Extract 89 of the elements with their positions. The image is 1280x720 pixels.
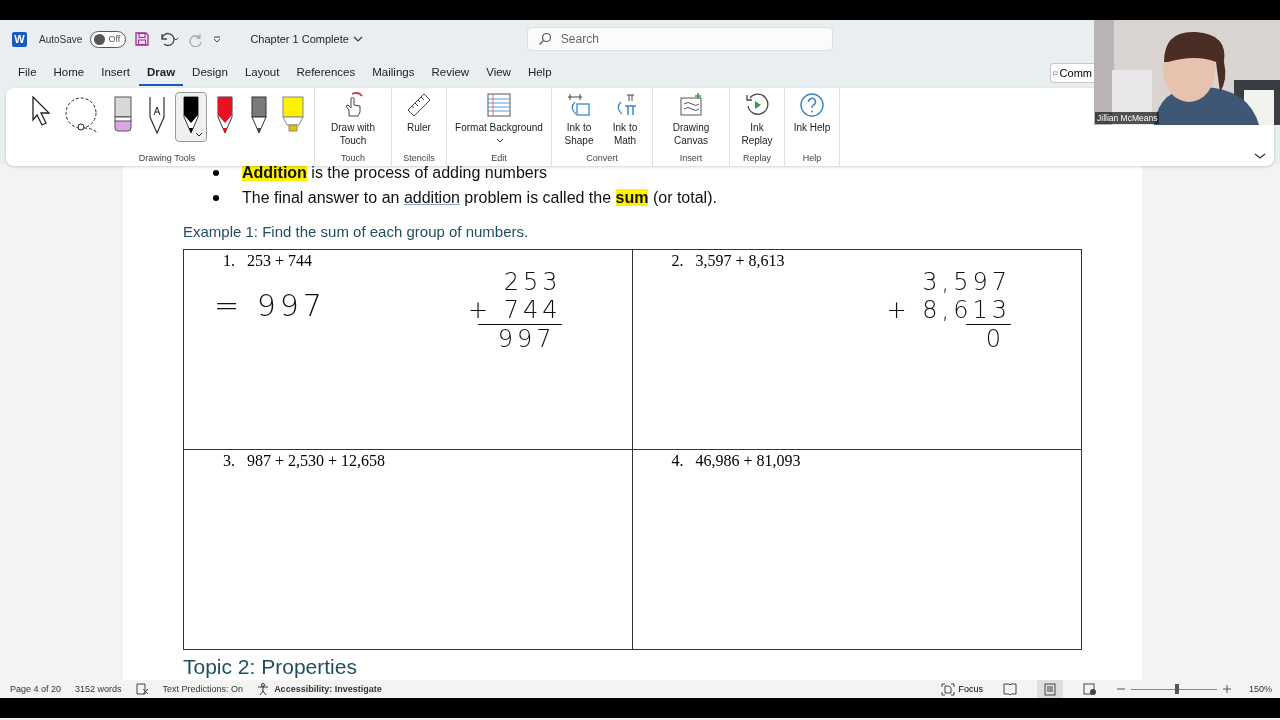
- page-count[interactable]: Page 4 of 20: [10, 684, 62, 694]
- word-count[interactable]: 3152 words: [75, 684, 122, 694]
- accessibility-status[interactable]: Accessibility: Investigate: [274, 684, 382, 694]
- math-expression: 987 + 2,530 + 12,658: [247, 452, 386, 470]
- handwritten-number: + 744: [467, 296, 562, 324]
- group-label: Drawing Tools: [138, 153, 196, 163]
- group-label: Convert: [586, 153, 618, 163]
- math-expression: 253 + 744: [247, 252, 313, 270]
- customize-caret-icon[interactable]: [212, 34, 223, 44]
- math-button[interactable]: Ink to Math: [603, 92, 647, 147]
- participant-name: Jillian McMeans: [1095, 112, 1160, 124]
- caret-icon: [195, 132, 203, 138]
- ribbon-tab[interactable]: File: [10, 60, 45, 86]
- web-page-icon: [1082, 682, 1097, 696]
- group-label: Touch: [341, 153, 365, 163]
- accessibility-icon[interactable]: [257, 682, 271, 696]
- bullet-text: The final answer to an addition problem is called the sum (or total).: [242, 188, 717, 207]
- save-icon[interactable]: [134, 31, 151, 47]
- canvas-icon: [678, 92, 704, 118]
- handwritten-result: 997: [477, 324, 562, 353]
- section-heading: Topic 2: Properties: [183, 655, 358, 679]
- ribbon-tab[interactable]: Insert: [93, 60, 138, 86]
- example-heading: Example 1: Find the sum of each group of numbers.: [183, 223, 530, 242]
- problem-number: 3.: [223, 452, 235, 470]
- lasso-icon: [64, 96, 100, 134]
- pen-icon: [149, 96, 165, 134]
- word-logo: W: [12, 31, 27, 47]
- help-button[interactable]: Ink Help: [790, 92, 834, 134]
- problem-number: 1.: [223, 252, 235, 270]
- text-predictions-status[interactable]: Text Predictions: On: [162, 684, 244, 694]
- ribbon-tab[interactable]: Review: [423, 60, 478, 86]
- page-icon: [1043, 682, 1056, 696]
- print-view-button[interactable]: [1036, 680, 1063, 698]
- ribbon-tab[interactable]: Draw: [139, 60, 184, 86]
- caret-icon: [352, 35, 363, 43]
- ribbon-tab[interactable]: Help: [519, 60, 560, 86]
- problem-number: 2.: [671, 252, 684, 270]
- autosave-label: AutoSave: [39, 33, 83, 45]
- pen-tool[interactable]: [175, 92, 207, 142]
- zoom-in-icon[interactable]: [1222, 685, 1231, 693]
- group-label: Stencils: [403, 153, 435, 163]
- handwritten-result: 0: [965, 324, 1011, 353]
- search-field[interactable]: Search: [526, 27, 833, 51]
- handwritten-number: 3,597: [922, 268, 1011, 296]
- undo-icon[interactable]: [158, 31, 181, 47]
- zoom-slider[interactable]: [1130, 684, 1217, 694]
- shape-button[interactable]: Ink to Shape: [557, 92, 601, 147]
- pointer-icon: [31, 96, 51, 126]
- autosave-toggle[interactable]: Off: [90, 30, 127, 48]
- shape-convert-icon: [566, 92, 592, 118]
- caret-icon: [496, 138, 504, 144]
- document-title[interactable]: Chapter 1 Complete: [244, 32, 369, 46]
- group-label: Insert: [679, 153, 703, 163]
- bullet-text: Addition is the process of adding numbers: [242, 164, 547, 182]
- background-button[interactable]: Format Background: [452, 92, 546, 147]
- problem-number: 4.: [671, 452, 684, 470]
- bullet-dot: [213, 194, 219, 201]
- comments-button[interactable]: Comm: [1050, 63, 1094, 83]
- lined-page-icon: [486, 92, 512, 118]
- eraser-icon: [114, 96, 132, 132]
- replay-icon: [744, 92, 770, 118]
- math-expression: 46,986 + 81,093: [695, 452, 801, 470]
- ruler-button[interactable]: Ruler: [397, 92, 441, 134]
- ribbon-tab[interactable]: Home: [45, 60, 93, 86]
- ruler-icon: [406, 92, 432, 118]
- handwritten-answer: = 997: [214, 288, 326, 323]
- ribbon-tab[interactable]: View: [478, 60, 519, 86]
- touch-button[interactable]: Draw with Touch: [320, 92, 386, 147]
- collapse-ribbon-icon[interactable]: [1254, 152, 1266, 160]
- focus-button[interactable]: Focus: [941, 682, 983, 696]
- ribbon-tab[interactable]: Layout: [236, 60, 288, 86]
- bullet-dot: [213, 169, 219, 176]
- ribbon-tab[interactable]: Mailings: [364, 60, 423, 86]
- search-icon: [537, 32, 552, 46]
- group-label: Edit: [491, 153, 507, 163]
- handwritten-number: 253: [503, 268, 562, 296]
- focus-icon: [941, 682, 956, 696]
- math-expression: 3,597 + 8,613: [695, 252, 785, 270]
- ribbon-tab[interactable]: Design: [184, 60, 236, 86]
- help-icon: [799, 92, 825, 118]
- book-icon: [1002, 683, 1017, 695]
- replay-button[interactable]: Ink Replay: [735, 92, 779, 147]
- group-label: Help: [802, 153, 822, 163]
- canvas-button[interactable]: Drawing Canvas: [658, 92, 724, 147]
- ribbon-tab[interactable]: References: [288, 60, 364, 86]
- handwritten-number: + 8,613: [886, 296, 1011, 324]
- group-label: Replay: [743, 153, 771, 163]
- proofing-icon[interactable]: [135, 683, 149, 695]
- zoom-level[interactable]: 150%: [1248, 684, 1272, 694]
